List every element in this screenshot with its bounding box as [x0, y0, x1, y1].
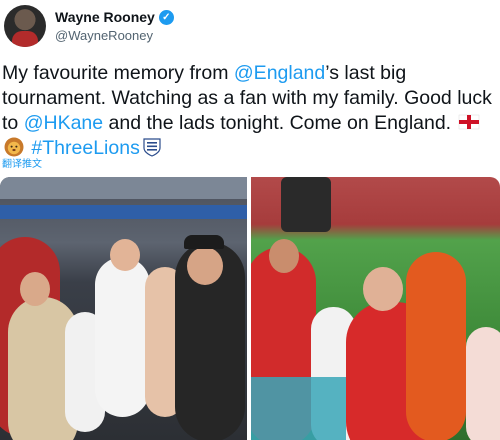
author-display-name[interactable]: Wayne Rooney — [55, 9, 155, 25]
person-right-edge — [466, 327, 500, 440]
tweet-header: Wayne Rooney ✓ @WayneRooney — [0, 0, 500, 52]
boy-face — [110, 239, 140, 271]
tweet-text: My favourite memory from @England’s last… — [2, 61, 498, 161]
translate-tweet-link[interactable]: 翻译推文 — [2, 155, 42, 170]
three-lions-crest-icon — [143, 138, 161, 157]
man-cap — [184, 235, 224, 249]
hashtag-threelions-link[interactable]: #ThreeLions — [31, 137, 139, 159]
woman-face — [20, 272, 50, 306]
photo-family-in-stands[interactable] — [0, 177, 247, 440]
man-face — [187, 247, 223, 285]
stadium-roof — [0, 177, 247, 199]
tv-camera — [281, 177, 331, 232]
player-face — [269, 239, 299, 273]
boy-england-shirt — [95, 257, 150, 417]
verified-badge-icon: ✓ — [158, 9, 174, 25]
author-avatar[interactable] — [4, 5, 46, 47]
boy-face — [363, 267, 403, 311]
mention-england-link[interactable]: @England — [234, 62, 325, 84]
tweet-text-part: My favourite memory from — [2, 62, 234, 84]
tweet-media — [0, 177, 500, 440]
tweet-text-part: and the lads tonight. Come on England. — [103, 112, 457, 134]
lion-face-icon — [4, 137, 24, 157]
author-handle[interactable]: @WayneRooney — [55, 28, 153, 43]
steward-orange-vest — [406, 252, 466, 440]
avatar-shirt — [12, 31, 38, 47]
photo-boys-with-england-player[interactable] — [251, 177, 500, 440]
england-flag-icon — [458, 114, 479, 130]
author-name-row: Wayne Rooney ✓ — [55, 9, 174, 25]
stadium-banner — [0, 205, 247, 219]
pitchside-board — [251, 377, 346, 440]
mention-hkane-link[interactable]: @HKane — [24, 112, 103, 134]
